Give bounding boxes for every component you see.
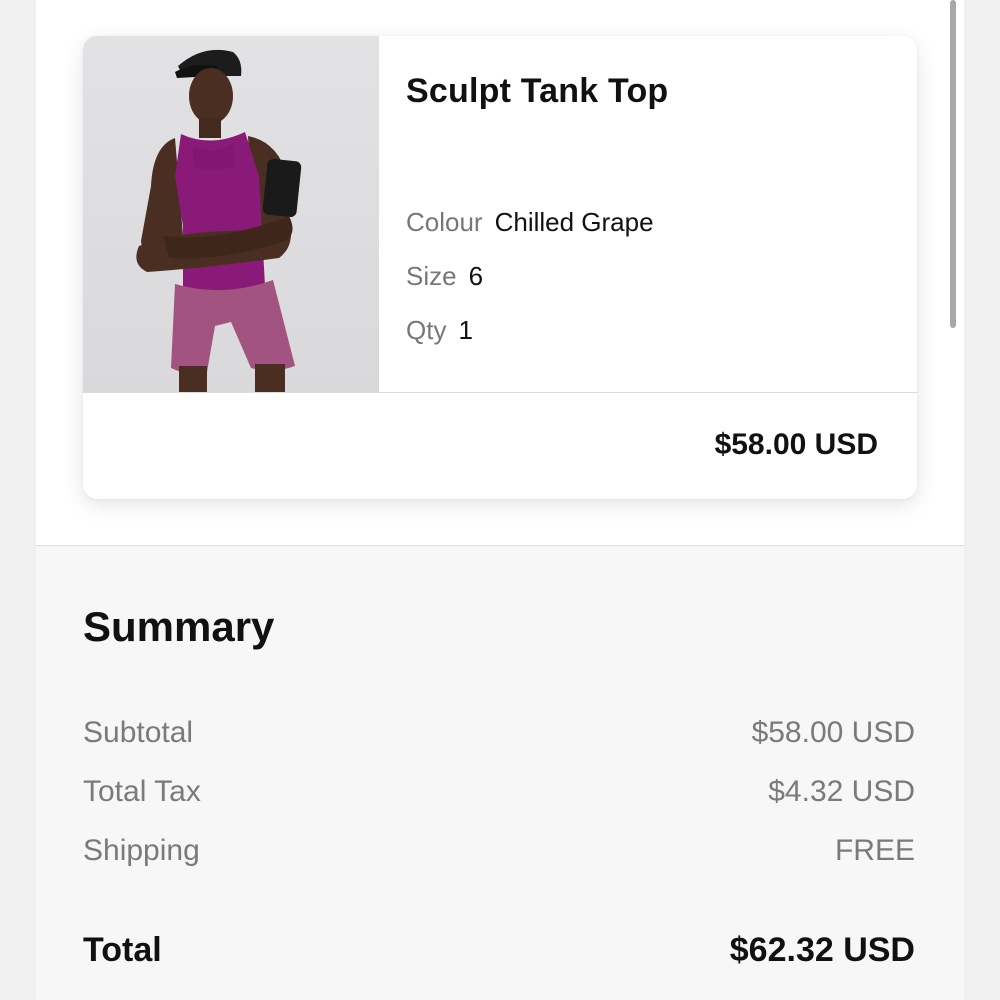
cart-item-card[interactable]: Sculpt Tank Top Colour Chilled Grape Size… <box>83 36 917 499</box>
attribute-label: Size <box>406 261 457 291</box>
colour-attribute: Colour Chilled Grape <box>406 207 654 238</box>
checkout-page: Sculpt Tank Top Colour Chilled Grape Size… <box>36 0 964 1000</box>
product-details: Sculpt Tank Top Colour Chilled Grape Size… <box>406 72 897 345</box>
tax-label: Total Tax <box>83 775 201 808</box>
attribute-label: Colour <box>406 207 483 237</box>
tax-value: $4.32 USD <box>768 775 915 808</box>
item-price: $58.00 USD <box>714 428 878 461</box>
qty-attribute: Qty 1 <box>406 315 473 346</box>
size-attribute: Size 6 <box>406 261 483 292</box>
attribute-label: Qty <box>406 315 447 345</box>
total-value: $62.32 USD <box>729 931 915 969</box>
cart-items-section: Sculpt Tank Top Colour Chilled Grape Size… <box>36 0 964 546</box>
tax-row: Total Tax $4.32 USD <box>83 775 915 815</box>
product-photo-illustration <box>136 49 302 392</box>
shipping-label: Shipping <box>83 834 200 867</box>
attribute-value: 1 <box>458 315 473 345</box>
subtotal-value: $58.00 USD <box>751 716 915 749</box>
scrollbar[interactable] <box>950 0 956 328</box>
attribute-value: 6 <box>468 261 484 291</box>
total-label: Total <box>83 931 162 969</box>
subtotal-label: Subtotal <box>83 716 194 749</box>
cart-item-body: Sculpt Tank Top Colour Chilled Grape Size… <box>83 36 917 392</box>
card-divider <box>83 392 917 393</box>
attribute-value: Chilled Grape <box>494 207 654 237</box>
summary-title: Summary <box>83 603 275 650</box>
product-image[interactable] <box>83 36 379 392</box>
shipping-value: FREE <box>834 834 915 867</box>
product-name[interactable]: Sculpt Tank Top <box>406 72 897 111</box>
subtotal-row: Subtotal $58.00 USD <box>83 716 915 756</box>
shipping-row: Shipping FREE <box>83 834 915 874</box>
